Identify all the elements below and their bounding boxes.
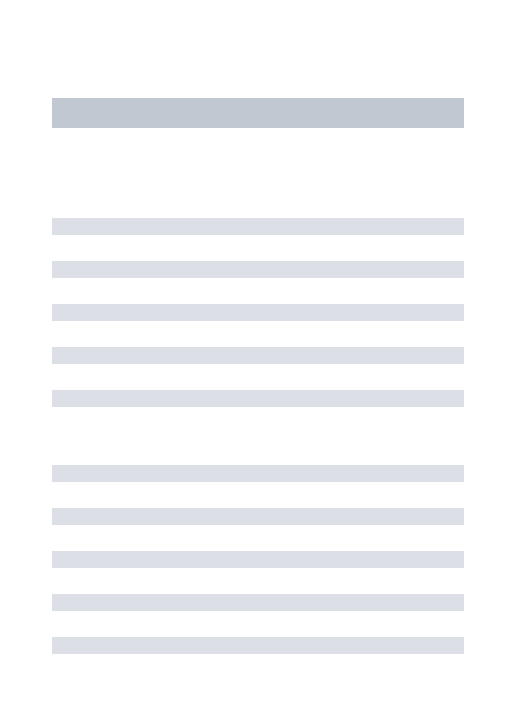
skeleton-line xyxy=(52,347,464,364)
skeleton-line xyxy=(52,390,464,407)
skeleton-line xyxy=(52,508,464,525)
skeleton-line xyxy=(52,304,464,321)
skeleton-line xyxy=(52,218,464,235)
skeleton-line xyxy=(52,551,464,568)
skeleton-line xyxy=(52,637,464,654)
skeleton-title-bar xyxy=(52,98,464,128)
skeleton-line xyxy=(52,261,464,278)
skeleton-line xyxy=(52,594,464,611)
skeleton-line xyxy=(52,465,464,482)
